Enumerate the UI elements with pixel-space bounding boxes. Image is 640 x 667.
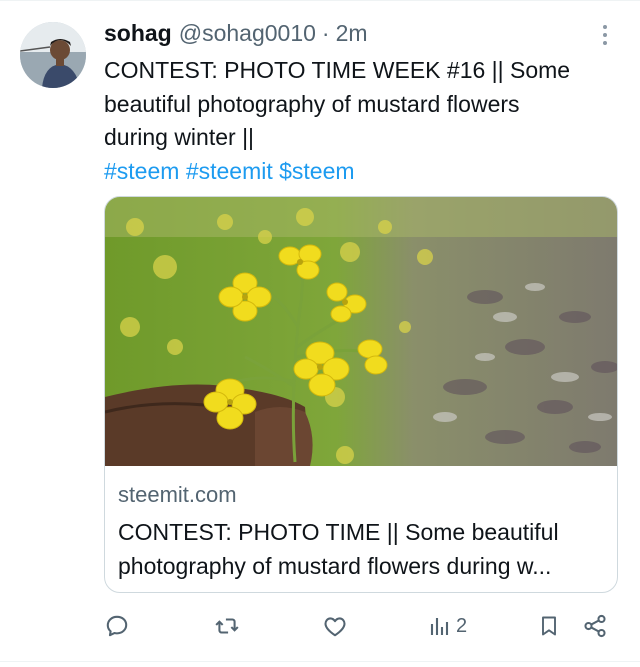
reply-button[interactable] — [104, 612, 130, 640]
views-icon — [430, 618, 449, 635]
share-icon — [584, 614, 606, 638]
card-title-line: photography of mustard flowers during w.… — [118, 553, 552, 579]
tweet[interactable]: sohag @sohag0010 · 2m CONTEST: PHOTO TIM… — [0, 0, 640, 667]
like-button[interactable] — [322, 612, 348, 640]
bookmark-button[interactable] — [537, 612, 561, 640]
views-button[interactable]: 2 — [428, 612, 467, 640]
retweet-icon — [215, 618, 239, 634]
link-card[interactable]: steemit.com CONTEST: PHOTO TIME || Some … — [104, 196, 618, 593]
like-icon — [324, 617, 346, 637]
tweet-text-line: beautiful photography of mustard flowers — [104, 90, 520, 117]
timestamp[interactable]: 2m — [336, 20, 368, 47]
card-domain[interactable]: steemit.com — [118, 482, 237, 508]
share-button[interactable] — [582, 612, 608, 640]
author-name[interactable]: sohag — [104, 20, 172, 47]
tweet-text-line: during winter || — [104, 124, 255, 150]
views-count: 2 — [456, 614, 468, 637]
card-title[interactable]: CONTEST: PHOTO TIME || Some beautiful ph… — [118, 515, 608, 583]
avatar-photo — [20, 22, 86, 88]
bookmark-icon — [542, 616, 556, 636]
tweet-header: sohag @sohag0010 · 2m — [104, 20, 368, 48]
action-bar: 2 — [104, 612, 618, 640]
tweet-text: CONTEST: PHOTO TIME WEEK #16 || Some bea… — [104, 54, 624, 188]
divider-bottom — [0, 661, 640, 662]
reply-icon — [106, 615, 128, 637]
avatar[interactable] — [20, 22, 86, 88]
author-handle[interactable]: @sohag0010 — [179, 20, 316, 47]
more-icon[interactable] — [596, 22, 614, 48]
card-image — [105, 197, 617, 466]
separator-dot: · — [321, 20, 330, 46]
card-title-line: CONTEST: PHOTO TIME || Some beautiful — [118, 519, 559, 545]
tweet-text-line: CONTEST: PHOTO TIME WEEK #16 || Some — [104, 57, 571, 83]
hashtags[interactable]: #steem #steemit $steem — [104, 155, 624, 189]
retweet-button[interactable] — [214, 612, 240, 640]
divider-top — [0, 0, 640, 1]
